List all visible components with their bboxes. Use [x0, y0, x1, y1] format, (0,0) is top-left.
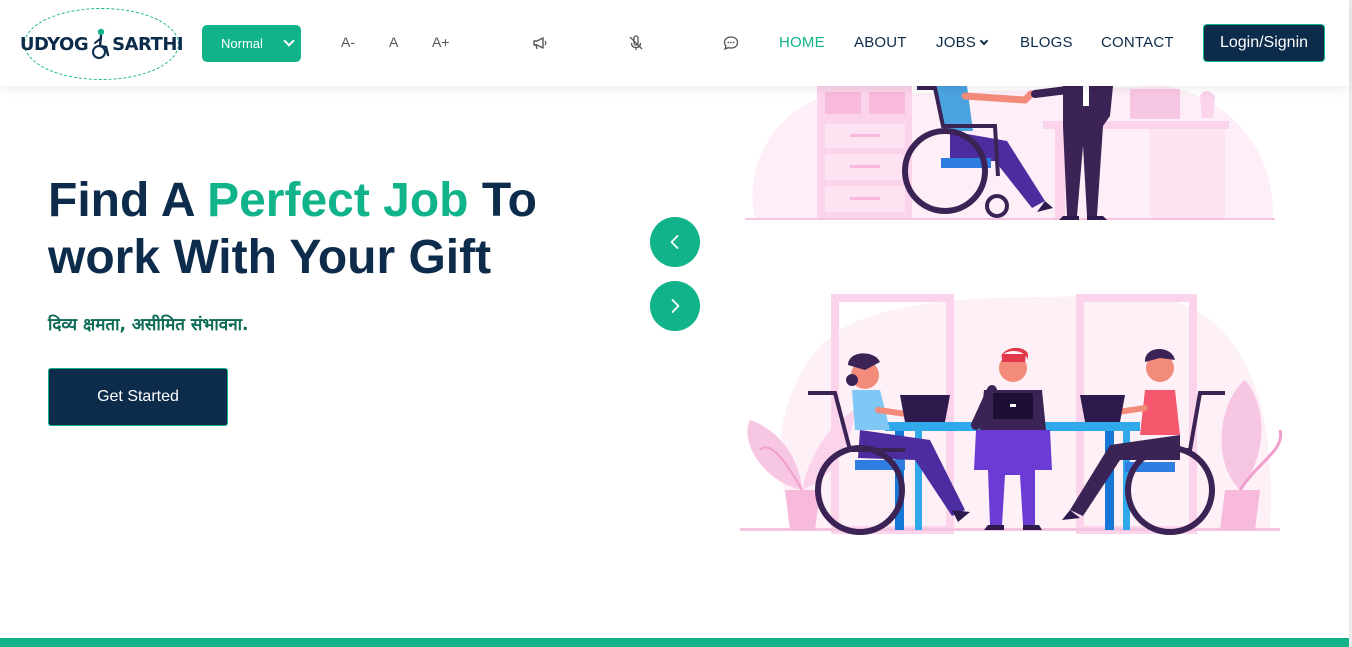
logo-text: UDYOG SARTHI: [19, 27, 184, 61]
logo[interactable]: UDYOG SARTHI: [20, 8, 184, 80]
hero-subtitle: दिव्य क्षमता, असीमित संभावना.: [48, 315, 249, 335]
carousel-prev-button[interactable]: [650, 217, 700, 267]
chevron-left-icon: [670, 235, 679, 249]
get-started-button[interactable]: Get Started: [48, 368, 228, 426]
wheelchair-figure-icon: [92, 28, 110, 59]
nav-blogs[interactable]: BLOGS: [1020, 34, 1073, 51]
font-increase-button[interactable]: A+: [432, 34, 450, 50]
hero-title: Find A Perfect Job To work With Your Gif…: [48, 172, 608, 286]
chat-icon[interactable]: [722, 34, 740, 52]
mic-off-icon[interactable]: [627, 34, 645, 52]
logo-part1: UDYOG: [19, 33, 89, 55]
team-workspace-illustration: [740, 294, 1283, 535]
carousel-next-button[interactable]: [650, 281, 700, 331]
font-normal-button[interactable]: A: [389, 34, 398, 50]
nav-about[interactable]: ABOUT: [854, 34, 907, 51]
chevron-down-icon: [283, 35, 295, 47]
header: UDYOG SARTHI Normal A- A A+ HOME ABOUT J…: [0, 0, 1349, 86]
hero-title-accent: Perfect Job: [207, 174, 469, 227]
chevron-right-icon: [671, 299, 680, 313]
nav-jobs-label: JOBS: [936, 34, 976, 51]
page: UDYOG SARTHI Normal A- A A+ HOME ABOUT J…: [0, 0, 1352, 647]
logo-part2: SARTHI: [112, 33, 184, 55]
chevron-down-icon: [979, 36, 989, 46]
nav-home[interactable]: HOME: [779, 34, 825, 51]
footer-accent-bar: [0, 638, 1349, 647]
login-button[interactable]: Login/Signin: [1203, 24, 1325, 62]
display-mode-value: Normal: [221, 36, 263, 51]
office-handshake-illustration: [745, 86, 1275, 220]
megaphone-icon[interactable]: [531, 34, 549, 52]
nav-jobs[interactable]: JOBS: [936, 34, 989, 51]
font-decrease-button[interactable]: A-: [341, 34, 355, 50]
display-mode-select[interactable]: Normal: [202, 25, 301, 62]
nav-contact[interactable]: CONTACT: [1101, 34, 1174, 51]
hero-title-part1: Find A: [48, 174, 208, 227]
